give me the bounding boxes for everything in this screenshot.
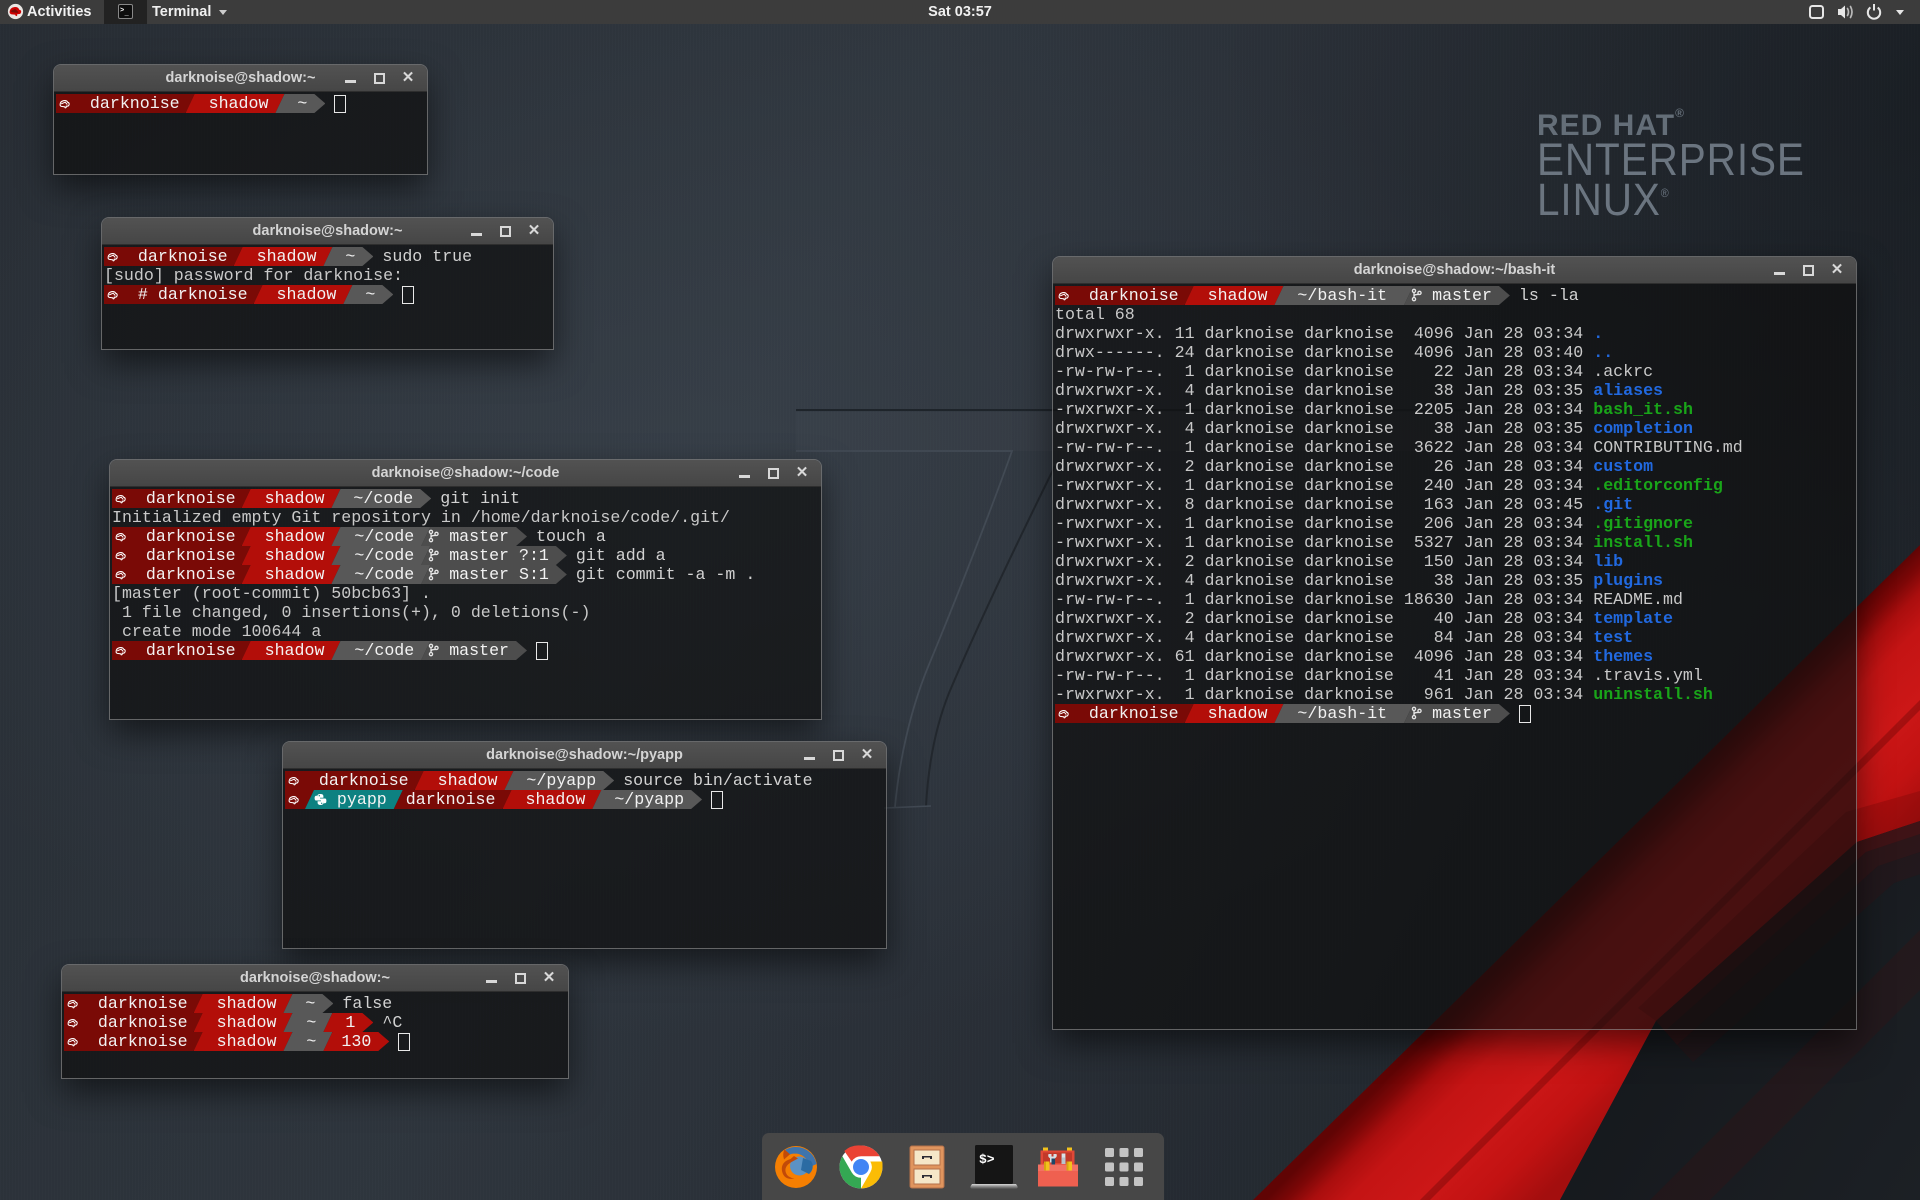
svg-text:$>: $> [979,1152,995,1167]
